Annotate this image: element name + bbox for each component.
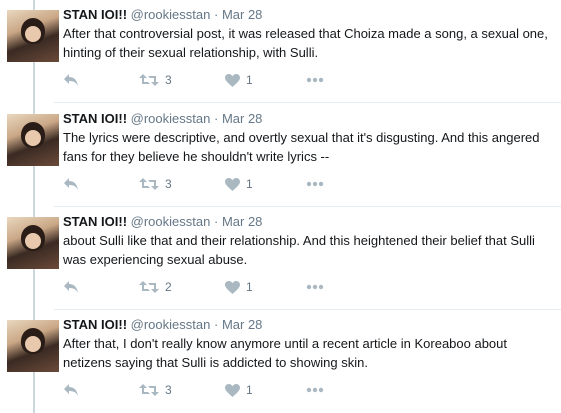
retweet-count: 3 [165, 383, 172, 397]
tweet-text: After that, I don't really know anymore … [63, 336, 508, 370]
tweet-header: STAN IOI!! @rookiesstan · Mar 28 [63, 317, 262, 333]
header-separator: · [213, 7, 219, 22]
tweet-text: After that controversial post, it was re… [63, 26, 548, 60]
reply-icon [64, 384, 78, 396]
tweet-header: STAN IOI!! @rookiesstan · Mar 28 [63, 214, 262, 230]
retweet-button[interactable]: 3 [139, 174, 172, 194]
tweet[interactable]: STAN IOI!! @rookiesstan · Mar 28 After t… [0, 310, 561, 413]
avatar[interactable] [7, 10, 59, 62]
tweet-divider [54, 102, 561, 103]
header-separator: · [213, 111, 219, 126]
more-button[interactable] [306, 277, 324, 297]
avatar[interactable] [7, 320, 59, 372]
tweet-date[interactable]: Mar 28 [222, 7, 262, 22]
more-button[interactable] [306, 174, 324, 194]
tweet-text: about Sulli like that and their relation… [63, 233, 535, 267]
avatar[interactable] [7, 217, 59, 269]
display-name[interactable]: STAN IOI!! [63, 214, 127, 229]
reply-button[interactable] [63, 380, 79, 400]
like-button[interactable]: 1 [225, 380, 253, 400]
tweet-actions: 3 1 [63, 380, 363, 400]
avatar[interactable] [7, 114, 59, 166]
tweet[interactable]: STAN IOI!! @rookiesstan · Mar 28 After t… [0, 0, 561, 103]
tweet-date[interactable]: Mar 28 [222, 111, 262, 126]
more-button[interactable] [306, 70, 324, 90]
heart-icon [225, 177, 240, 191]
header-separator: · [213, 317, 219, 332]
more-dots-icon [306, 387, 324, 393]
reply-icon [64, 178, 78, 190]
tweet[interactable]: STAN IOI!! @rookiesstan · Mar 28 about S… [0, 207, 561, 310]
retweet-button[interactable]: 2 [139, 277, 172, 297]
more-button[interactable] [306, 380, 324, 400]
user-handle[interactable]: @rookiesstan [131, 214, 211, 229]
retweet-button[interactable]: 3 [139, 380, 172, 400]
tweet-header: STAN IOI!! @rookiesstan · Mar 28 [63, 7, 262, 23]
tweet-actions: 3 1 [63, 70, 363, 90]
tweet-actions: 3 1 [63, 174, 363, 194]
header-separator: · [213, 214, 219, 229]
user-handle[interactable]: @rookiesstan [131, 317, 211, 332]
reply-button[interactable] [63, 70, 79, 90]
tweet-actions: 2 1 [63, 277, 363, 297]
tweet-date[interactable]: Mar 28 [222, 317, 262, 332]
retweet-icon [139, 384, 159, 396]
heart-icon [225, 280, 240, 294]
like-count: 1 [246, 177, 253, 191]
heart-icon [225, 73, 240, 87]
display-name[interactable]: STAN IOI!! [63, 7, 127, 22]
retweet-icon [139, 281, 159, 293]
more-dots-icon [306, 77, 324, 83]
reply-button[interactable] [63, 174, 79, 194]
more-dots-icon [306, 284, 324, 290]
retweet-button[interactable]: 3 [139, 70, 172, 90]
more-dots-icon [306, 181, 324, 187]
reply-icon [64, 281, 78, 293]
like-button[interactable]: 1 [225, 174, 253, 194]
reply-icon [64, 74, 78, 86]
retweet-count: 3 [165, 73, 172, 87]
like-count: 1 [246, 73, 253, 87]
retweet-icon [139, 178, 159, 190]
like-count: 1 [246, 280, 253, 294]
user-handle[interactable]: @rookiesstan [131, 7, 211, 22]
retweet-count: 2 [165, 280, 172, 294]
display-name[interactable]: STAN IOI!! [63, 317, 127, 332]
tweet-date[interactable]: Mar 28 [222, 214, 262, 229]
retweet-icon [139, 74, 159, 86]
display-name[interactable]: STAN IOI!! [63, 111, 127, 126]
like-button[interactable]: 1 [225, 277, 253, 297]
tweet[interactable]: STAN IOI!! @rookiesstan · Mar 28 The lyr… [0, 104, 561, 207]
reply-button[interactable] [63, 277, 79, 297]
user-handle[interactable]: @rookiesstan [131, 111, 211, 126]
tweet-text: The lyrics were descriptive, and overtly… [63, 130, 540, 164]
like-count: 1 [246, 383, 253, 397]
retweet-count: 3 [165, 177, 172, 191]
tweet-header: STAN IOI!! @rookiesstan · Mar 28 [63, 111, 262, 127]
heart-icon [225, 383, 240, 397]
like-button[interactable]: 1 [225, 70, 253, 90]
